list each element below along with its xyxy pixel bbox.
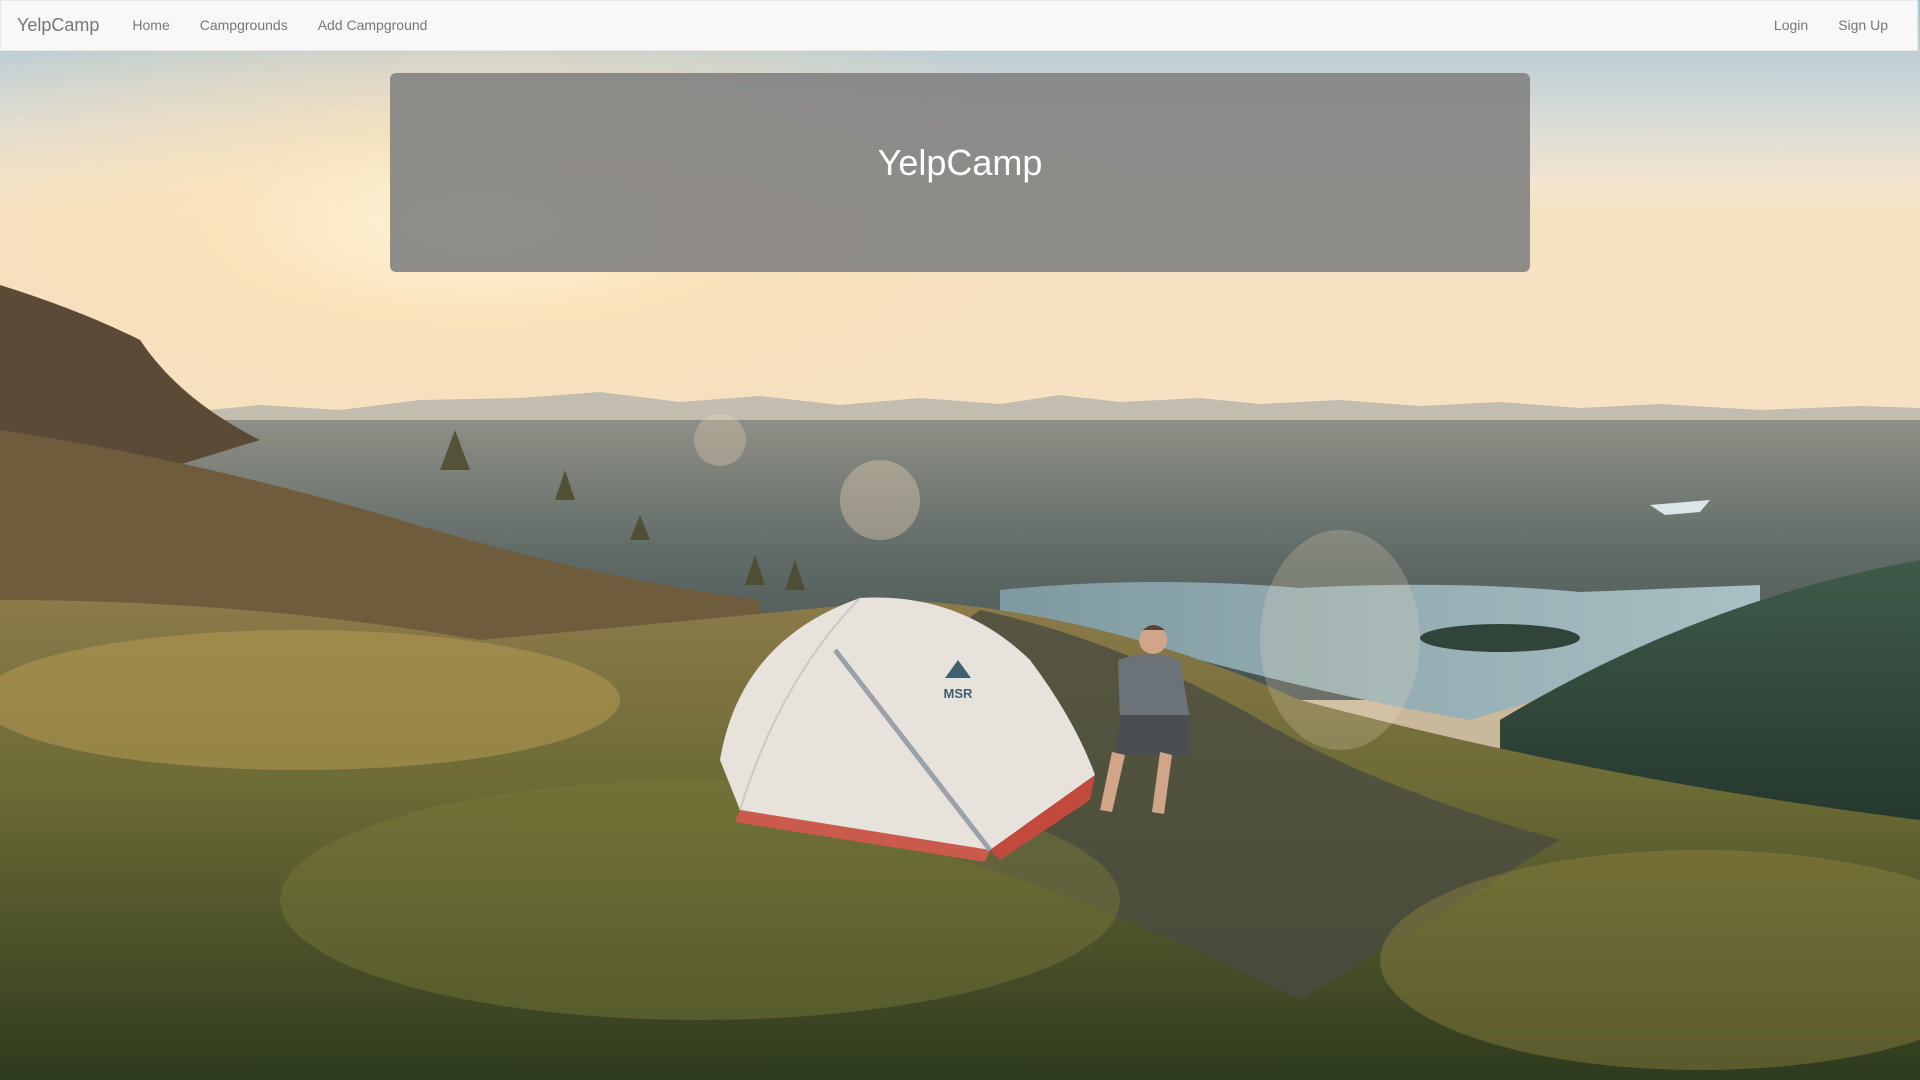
jumbotron-header: YelpCamp [390, 73, 1530, 272]
nav-link-add-campground[interactable]: Add Campground [303, 0, 443, 51]
navbar-left-links: Home Campgrounds Add Campground [117, 1, 442, 50]
top-navbar: YelpCamp Home Campgrounds Add Campground… [0, 0, 1918, 51]
nav-link-home[interactable]: Home [117, 0, 184, 51]
navbar-right-links: Login Sign Up [1759, 1, 1917, 50]
svg-text:MSR: MSR [944, 686, 974, 701]
landing-page: MSR YelpCamp Home Campgrounds Add Campgr… [0, 0, 1920, 1080]
nav-link-campgrounds[interactable]: Campgrounds [185, 0, 303, 51]
nav-link-sign-up[interactable]: Sign Up [1823, 0, 1903, 51]
nav-link-login[interactable]: Login [1759, 0, 1823, 51]
jumbotron-title: YelpCamp [877, 142, 1043, 183]
navbar-brand-link[interactable]: YelpCamp [1, 0, 117, 51]
